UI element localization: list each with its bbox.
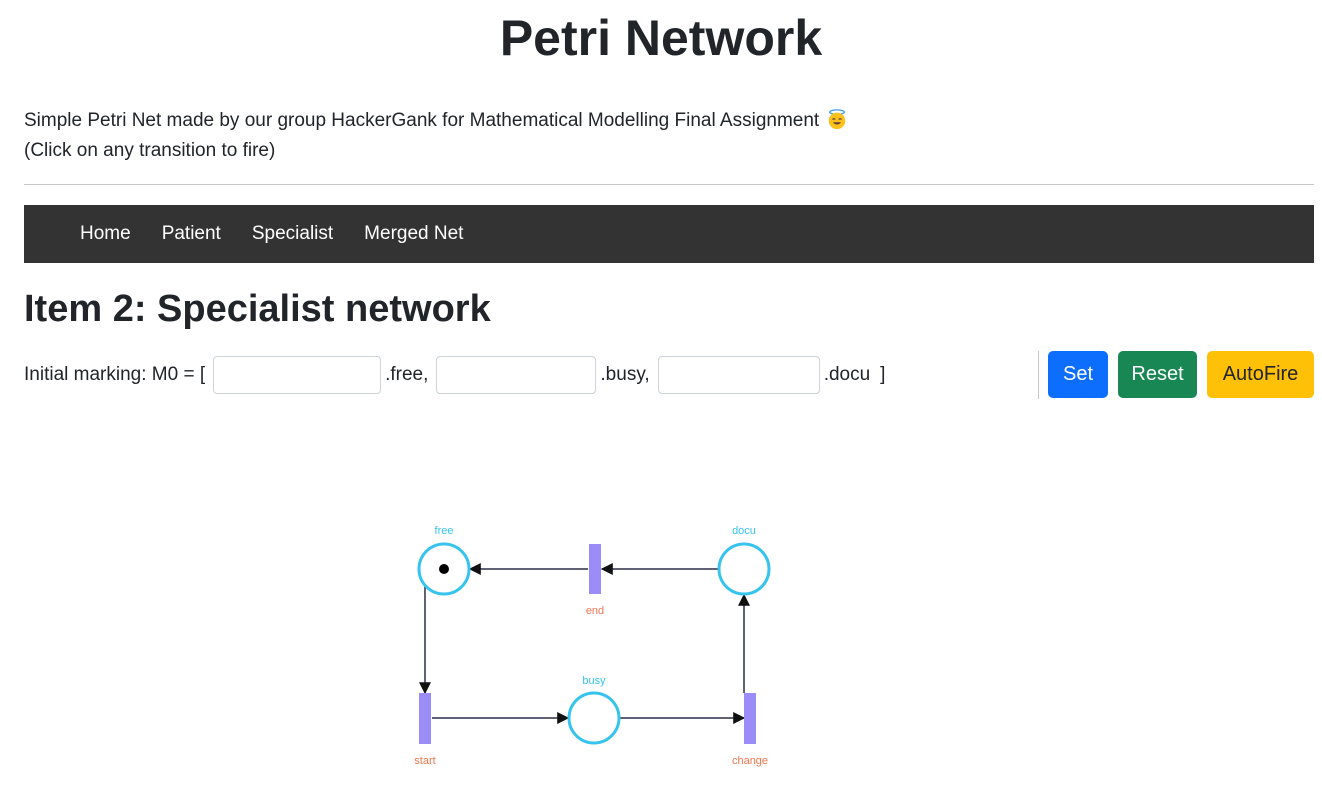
free-input[interactable] <box>213 356 382 394</box>
busy-input[interactable] <box>436 356 597 394</box>
place-label-busy: busy <box>582 675 606 687</box>
page: Petri Network Simple Petri Net made by o… <box>0 0 1322 791</box>
place-label-docu: docu <box>732 525 756 537</box>
transition-label-end: end <box>586 605 604 617</box>
description-text: Simple Petri Net made by our group Hacke… <box>24 110 820 131</box>
navbar: Home Patient Specialist Merged Net <box>24 205 1314 263</box>
button-separator <box>1038 351 1039 399</box>
transition-start[interactable] <box>419 693 431 744</box>
free-suffix: .free, <box>385 364 429 385</box>
section-heading: Item 2: Specialist network <box>24 288 491 330</box>
transition-end[interactable] <box>589 544 601 594</box>
place-docu <box>717 542 771 596</box>
set-button[interactable]: Set <box>1048 351 1108 398</box>
transition-label-change: change <box>732 755 768 767</box>
marking-form: Initial marking: M0 = [ .free, .busy, .d… <box>24 352 885 398</box>
docu-suffix: .docu <box>823 364 871 385</box>
nav-home[interactable]: Home <box>80 205 131 263</box>
hint-text: (Click on any transition to fire) <box>24 140 276 161</box>
nav-merged-net[interactable]: Merged Net <box>364 205 463 263</box>
smiling-face-with-halo-icon <box>829 109 846 130</box>
autofire-button[interactable]: AutoFire <box>1207 351 1314 398</box>
place-free <box>417 542 471 596</box>
place-busy <box>567 691 621 745</box>
token <box>439 564 449 574</box>
nav-patient[interactable]: Patient <box>162 205 221 263</box>
nav-specialist[interactable]: Specialist <box>252 205 333 263</box>
docu-input[interactable] <box>657 356 820 394</box>
transition-label-start: start <box>414 755 435 767</box>
divider <box>24 184 1314 185</box>
page-title: Petri Network <box>499 10 823 66</box>
transition-change[interactable] <box>744 693 756 744</box>
reset-button[interactable]: Reset <box>1118 351 1197 398</box>
marking-prefix: Initial marking: M0 = [ <box>24 364 206 385</box>
busy-suffix: .busy, <box>600 364 650 385</box>
place-label-free: free <box>435 525 454 537</box>
marking-close: ] <box>880 364 886 385</box>
description: Simple Petri Net made by our group Hacke… <box>24 106 848 166</box>
